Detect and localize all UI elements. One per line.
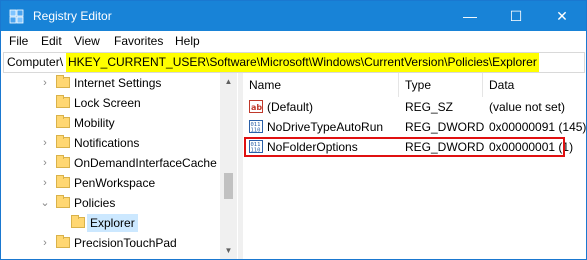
tree-item-penworkspace[interactable]: › PenWorkspace: [1, 173, 221, 193]
registry-editor-icon: [9, 9, 24, 24]
maximize-button[interactable]: ☐: [493, 1, 539, 31]
tree-item-label: Policies: [74, 196, 116, 210]
list-row[interactable]: ab (Default) REG_SZ (value not set): [243, 97, 586, 117]
folder-icon: [56, 155, 70, 168]
title-bar[interactable]: Registry Editor — ☐ ✕: [1, 1, 586, 31]
menu-help[interactable]: Help: [175, 34, 200, 48]
value-type: REG_DWORD: [405, 120, 485, 134]
list-row[interactable]: 011 110 NoDriveTypeAutoRun REG_DWORD 0x0…: [243, 117, 586, 137]
menu-edit[interactable]: Edit: [41, 34, 62, 48]
value-data: 0x00000091 (145): [489, 120, 587, 134]
tree-item-label: Explorer: [87, 214, 138, 232]
chevron-right-icon[interactable]: ›: [39, 237, 51, 249]
tree-item-label: PenWorkspace: [74, 176, 156, 190]
menu-view[interactable]: View: [74, 34, 100, 48]
tree-item-internet-settings[interactable]: › Internet Settings: [1, 73, 221, 93]
close-button[interactable]: ✕: [539, 1, 585, 31]
tree-item-label: OnDemandInterfaceCache: [74, 156, 217, 170]
column-header-name[interactable]: Name: [243, 73, 399, 97]
tree-item-label: Lock Screen: [74, 96, 141, 110]
folder-icon: [56, 75, 70, 88]
tree-item-notifications[interactable]: › Notifications: [1, 133, 221, 153]
folder-icon: [71, 215, 85, 228]
folder-icon: [56, 235, 70, 248]
tree-item-label: PrecisionTouchPad: [74, 236, 177, 250]
menu-bar: File Edit View Favorites Help: [1, 31, 586, 51]
folder-icon: [56, 135, 70, 148]
address-path[interactable]: HKEY_CURRENT_USER\Software\Microsoft\Win…: [66, 53, 539, 72]
tree-item-lock-screen[interactable]: Lock Screen: [1, 93, 221, 113]
registry-editor-window: Registry Editor — ☐ ✕ File Edit View Fav…: [0, 0, 587, 260]
string-value-icon: ab: [249, 100, 263, 113]
value-name: (Default): [267, 100, 314, 114]
folder-icon: [56, 195, 70, 208]
values-list[interactable]: Name Type Data ab (Default) REG_SZ (valu…: [243, 73, 586, 259]
minimize-button[interactable]: —: [447, 1, 493, 31]
scroll-down-arrow-icon[interactable]: ▼: [220, 242, 237, 259]
tree-item-policies[interactable]: ⌄ Policies: [1, 193, 221, 213]
column-header-data[interactable]: Data: [483, 73, 586, 97]
scroll-thumb[interactable]: [224, 173, 233, 199]
tree-item-mobility[interactable]: Mobility: [1, 113, 221, 133]
chevron-right-icon[interactable]: ›: [39, 77, 51, 89]
key-tree[interactable]: › Internet Settings Lock Screen Mobility…: [1, 73, 237, 259]
address-bar[interactable]: Computer\ HKEY_CURRENT_USER\Software\Mic…: [3, 52, 585, 73]
tree-item-label: Notifications: [74, 136, 140, 150]
dword-value-icon: 011 110: [249, 120, 263, 133]
folder-icon: [56, 115, 70, 128]
tree-item-explorer[interactable]: Explorer: [1, 213, 221, 233]
tree-item-label: Mobility: [74, 116, 115, 130]
scroll-up-arrow-icon[interactable]: ▲: [220, 73, 237, 90]
column-header-type[interactable]: Type: [399, 73, 483, 97]
chevron-right-icon[interactable]: ›: [39, 177, 51, 189]
folder-icon: [56, 95, 70, 108]
tree-item-label: Internet Settings: [74, 76, 162, 90]
window-title: Registry Editor: [33, 9, 112, 23]
tree-scrollbar[interactable]: ▲ ▼: [220, 73, 237, 259]
svg-text:110: 110: [251, 128, 261, 134]
menu-favorites[interactable]: Favorites: [114, 34, 163, 48]
svg-text:ab: ab: [251, 103, 262, 112]
chevron-right-icon[interactable]: ›: [39, 137, 51, 149]
tree-item-ondemandinterfacecache[interactable]: › OnDemandInterfaceCache: [1, 153, 221, 173]
folder-icon: [56, 175, 70, 188]
annotation-highlight-box: [244, 137, 565, 157]
menu-file[interactable]: File: [9, 34, 28, 48]
address-prefix: Computer\: [7, 55, 64, 69]
tree-item-precisiontouchpad[interactable]: › PrecisionTouchPad: [1, 233, 221, 253]
value-name: NoDriveTypeAutoRun: [267, 120, 384, 134]
chevron-right-icon[interactable]: ›: [39, 157, 51, 169]
chevron-down-icon[interactable]: ⌄: [39, 197, 51, 209]
value-type: REG_SZ: [405, 100, 454, 114]
value-data: (value not set): [489, 100, 566, 114]
